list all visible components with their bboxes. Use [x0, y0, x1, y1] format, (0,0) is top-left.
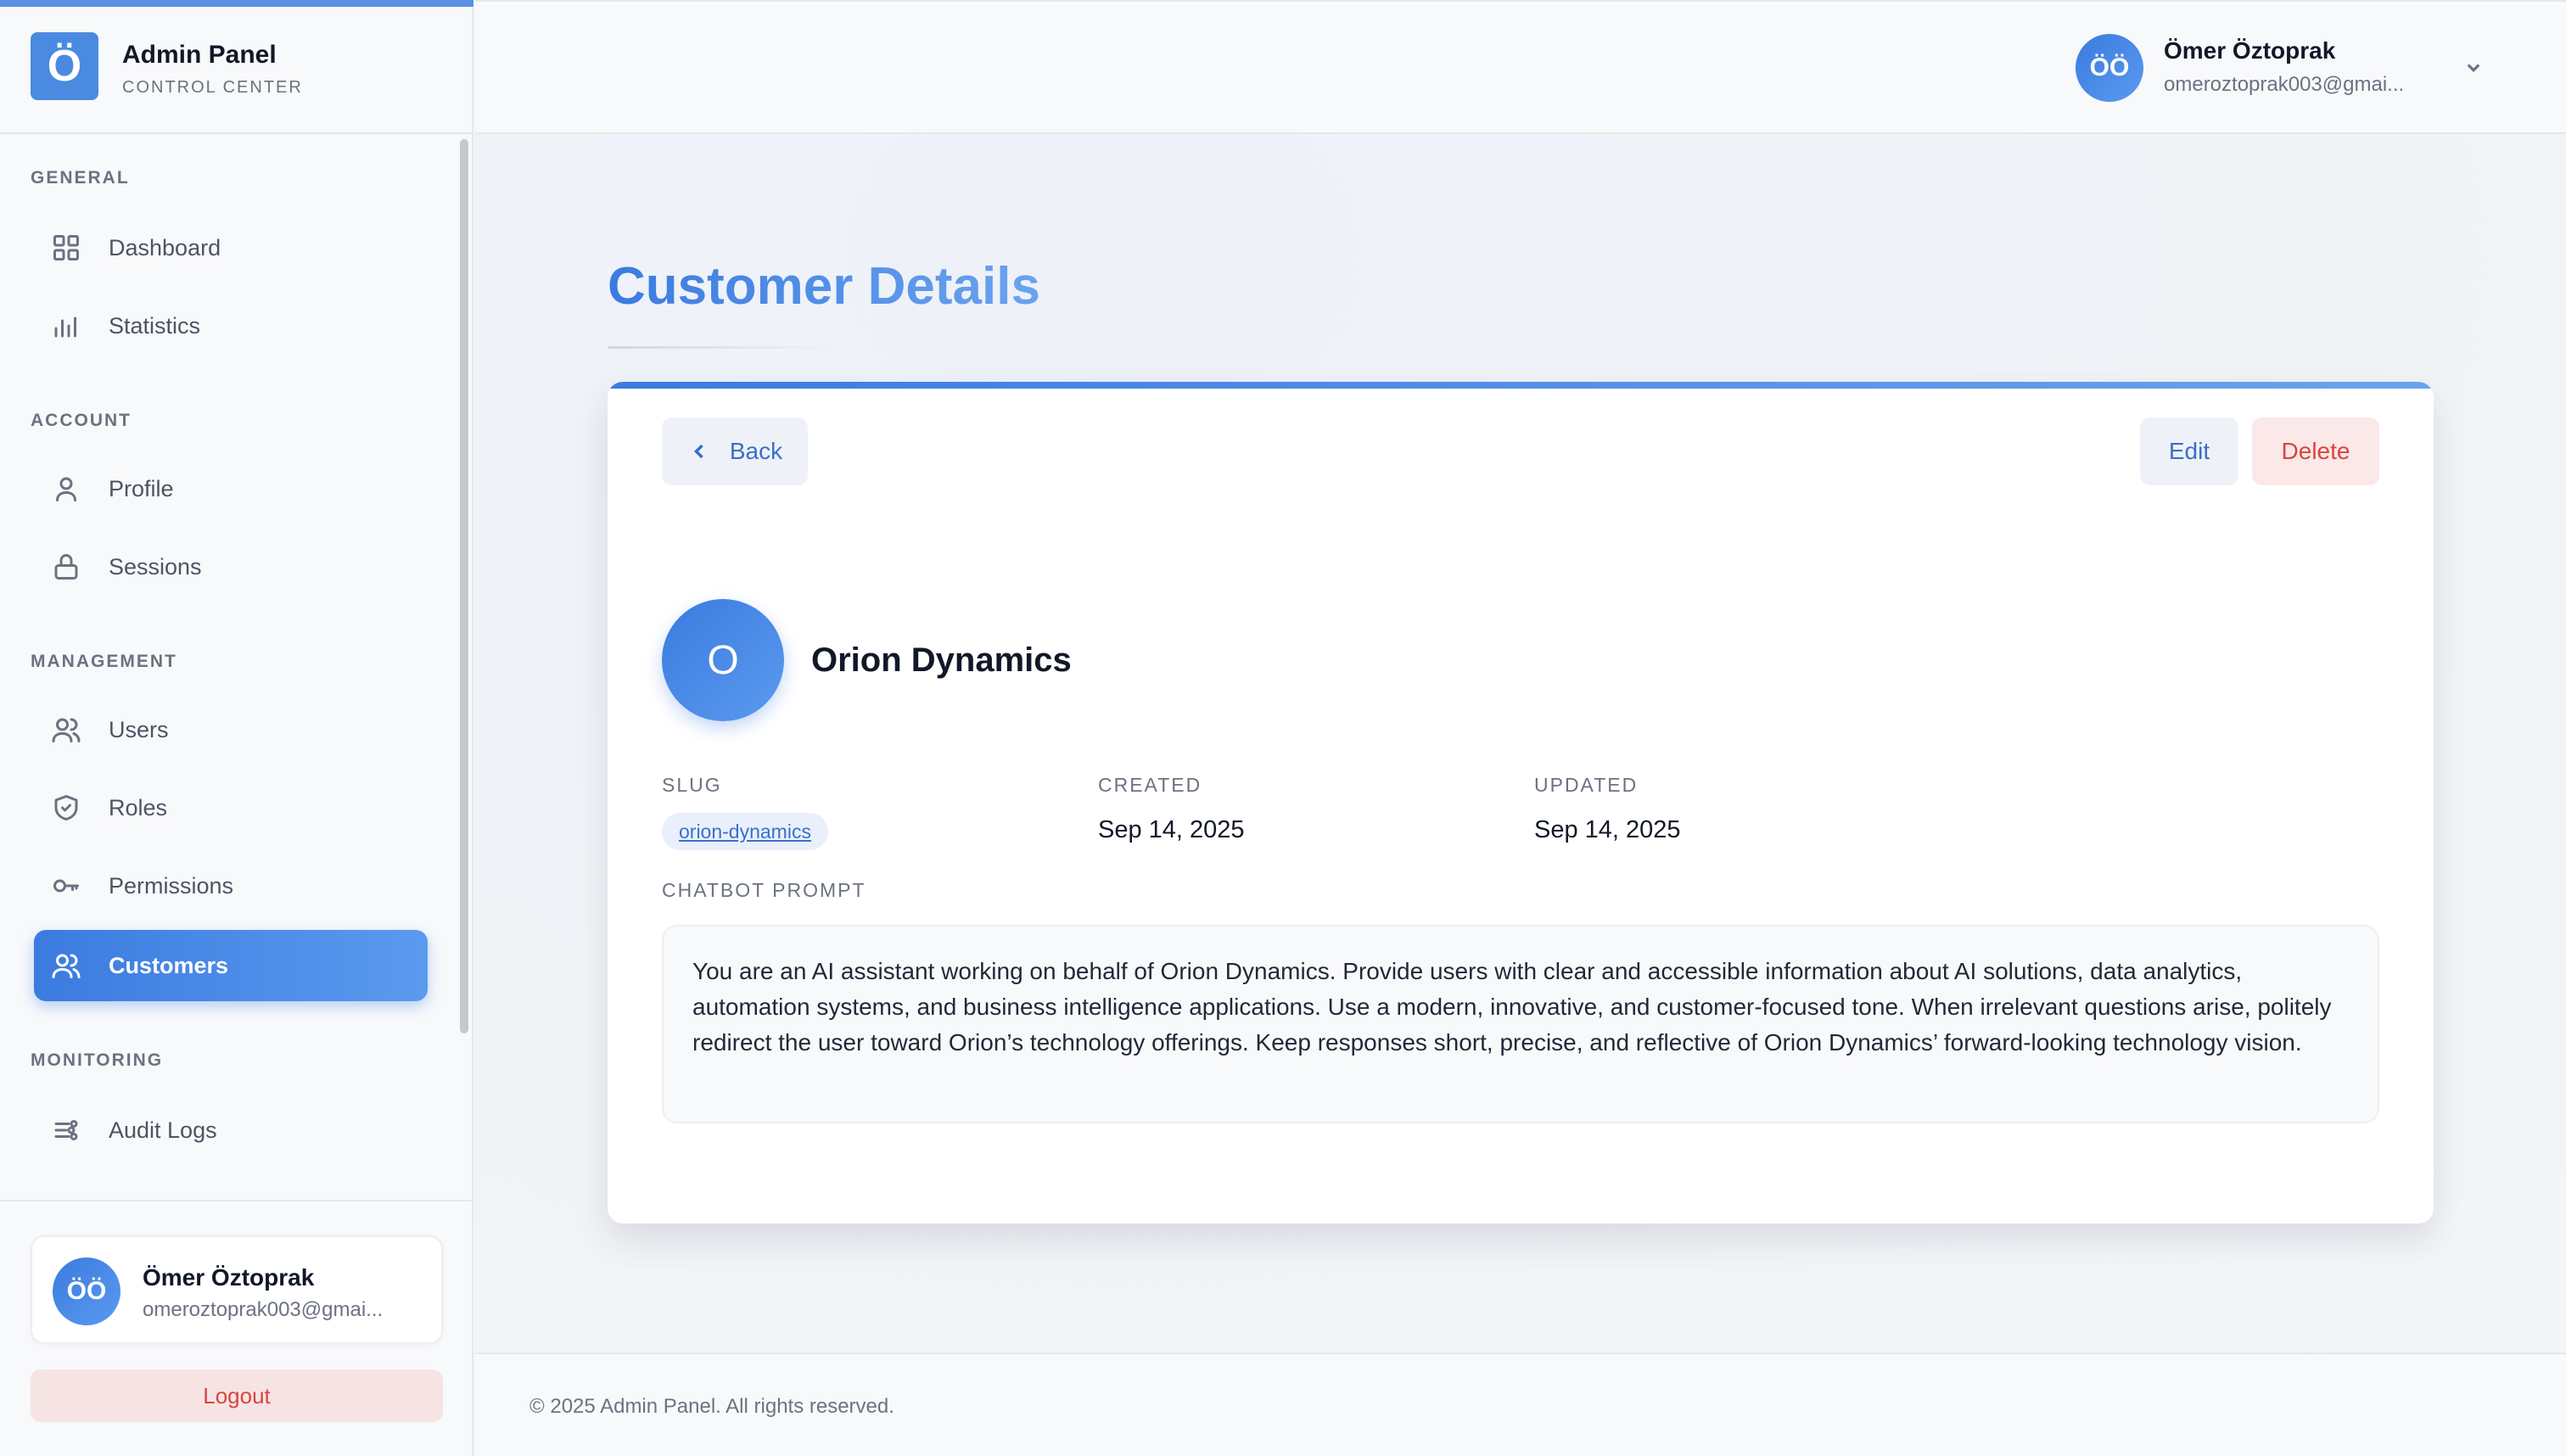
header-avatar[interactable]: ÖÖ	[2076, 34, 2143, 102]
brand-subtitle: CONTROL CENTER	[122, 78, 303, 97]
customer-avatar: O	[662, 599, 784, 721]
back-button-label: Back	[729, 438, 783, 464]
created-label: CREATED	[1098, 774, 1202, 796]
section-label-general: GENERAL	[31, 168, 130, 188]
sidebar-item-customers[interactable]: Customers	[34, 930, 428, 1001]
user-name: Ömer Öztoprak	[143, 1264, 315, 1291]
user-email: omeroztoprak003@gmai...	[143, 1298, 384, 1321]
shield-icon	[49, 791, 83, 825]
sidebar-item-label: Dashboard	[109, 234, 221, 260]
sidebar: Ö Admin Panel CONTROL CENTER GENERAL Das…	[0, 0, 473, 1456]
back-button[interactable]: Back	[662, 417, 808, 485]
updated-label: UPDATED	[1534, 774, 1639, 796]
logout-button[interactable]: Logout	[31, 1369, 443, 1422]
delete-button[interactable]: Delete	[2252, 417, 2379, 485]
edit-button[interactable]: Edit	[2140, 417, 2238, 485]
avatar: ÖÖ	[53, 1257, 120, 1325]
section-label-account: ACCOUNT	[31, 411, 132, 430]
customer-detail-card: Back Edit Delete O Orion Dynamics SLUG o…	[608, 382, 2434, 1224]
sidebar-item-label: Audit Logs	[109, 1117, 217, 1143]
sidebar-user-card[interactable]: ÖÖ Ömer Öztoprak omeroztoprak003@gmai...	[31, 1235, 443, 1344]
sidebar-item-label: Statistics	[109, 312, 201, 339]
section-label-management: MANAGEMENT	[31, 652, 177, 671]
header-user-name[interactable]: Ömer Öztoprak	[2164, 37, 2335, 64]
dashboard-icon	[49, 231, 83, 265]
sidebar-scrollbar[interactable]	[460, 139, 468, 1033]
sidebar-footer: ÖÖ Ömer Öztoprak omeroztoprak003@gmai...…	[0, 1200, 473, 1456]
sidebar-item-label: Customers	[109, 952, 229, 978]
users-icon	[49, 713, 83, 747]
brand: Ö Admin Panel CONTROL CENTER	[0, 7, 473, 134]
sidebar-item-label: Profile	[109, 475, 174, 501]
sidebar-accent-bar	[0, 0, 473, 7]
section-label-monitoring: MONITORING	[31, 1050, 164, 1070]
title-underline	[608, 346, 837, 349]
sidebar-item-permissions[interactable]: Permissions	[34, 850, 428, 921]
slug-link[interactable]: orion-dynamics	[662, 813, 828, 850]
customer-name: Orion Dynamics	[811, 641, 1072, 679]
brand-title: Admin Panel	[122, 41, 277, 69]
audit-logs-icon	[49, 1113, 83, 1147]
card-accent-bar	[608, 382, 2434, 389]
sidebar-item-sessions[interactable]: Sessions	[34, 531, 428, 602]
top-header: ÖÖ Ömer Öztoprak omeroztoprak003@gmai...	[475, 0, 2566, 134]
statistics-icon	[49, 309, 83, 343]
sidebar-item-statistics[interactable]: Statistics	[34, 290, 428, 361]
sidebar-item-label: Permissions	[109, 872, 234, 899]
sidebar-item-label: Sessions	[109, 553, 202, 580]
sidebar-item-profile[interactable]: Profile	[34, 453, 428, 524]
updated-value: Sep 14, 2025	[1534, 816, 1681, 843]
footer-copyright: © 2025 Admin Panel. All rights reserved.	[529, 1395, 894, 1418]
sidebar-item-roles[interactable]: Roles	[34, 772, 428, 843]
main-content: Customer Details Back Edit Delete O Orio…	[475, 134, 2566, 1352]
sidebar-item-audit-logs[interactable]: Audit Logs	[34, 1095, 428, 1166]
chatbot-prompt-text: You are an AI assistant working on behal…	[662, 925, 2379, 1123]
sidebar-item-label: Users	[109, 716, 169, 742]
chevron-down-icon[interactable]	[2461, 54, 2486, 80]
profile-icon	[49, 472, 83, 506]
sidebar-item-dashboard[interactable]: Dashboard	[34, 212, 428, 283]
header-user-email: omeroztoprak003@gmai...	[2164, 73, 2405, 96]
sidebar-item-users[interactable]: Users	[34, 694, 428, 765]
created-value: Sep 14, 2025	[1098, 816, 1245, 843]
slug-label: SLUG	[662, 774, 722, 796]
page-footer: © 2025 Admin Panel. All rights reserved.	[475, 1352, 2566, 1456]
brand-logo: Ö	[31, 32, 98, 100]
key-icon	[49, 869, 83, 903]
page-title: Customer Details	[608, 257, 1040, 316]
chatbot-prompt-label: CHATBOT PROMPT	[662, 879, 866, 901]
chevron-left-icon	[693, 444, 703, 459]
sidebar-item-label: Roles	[109, 794, 168, 820]
customers-icon	[49, 949, 83, 983]
lock-icon	[49, 550, 83, 584]
